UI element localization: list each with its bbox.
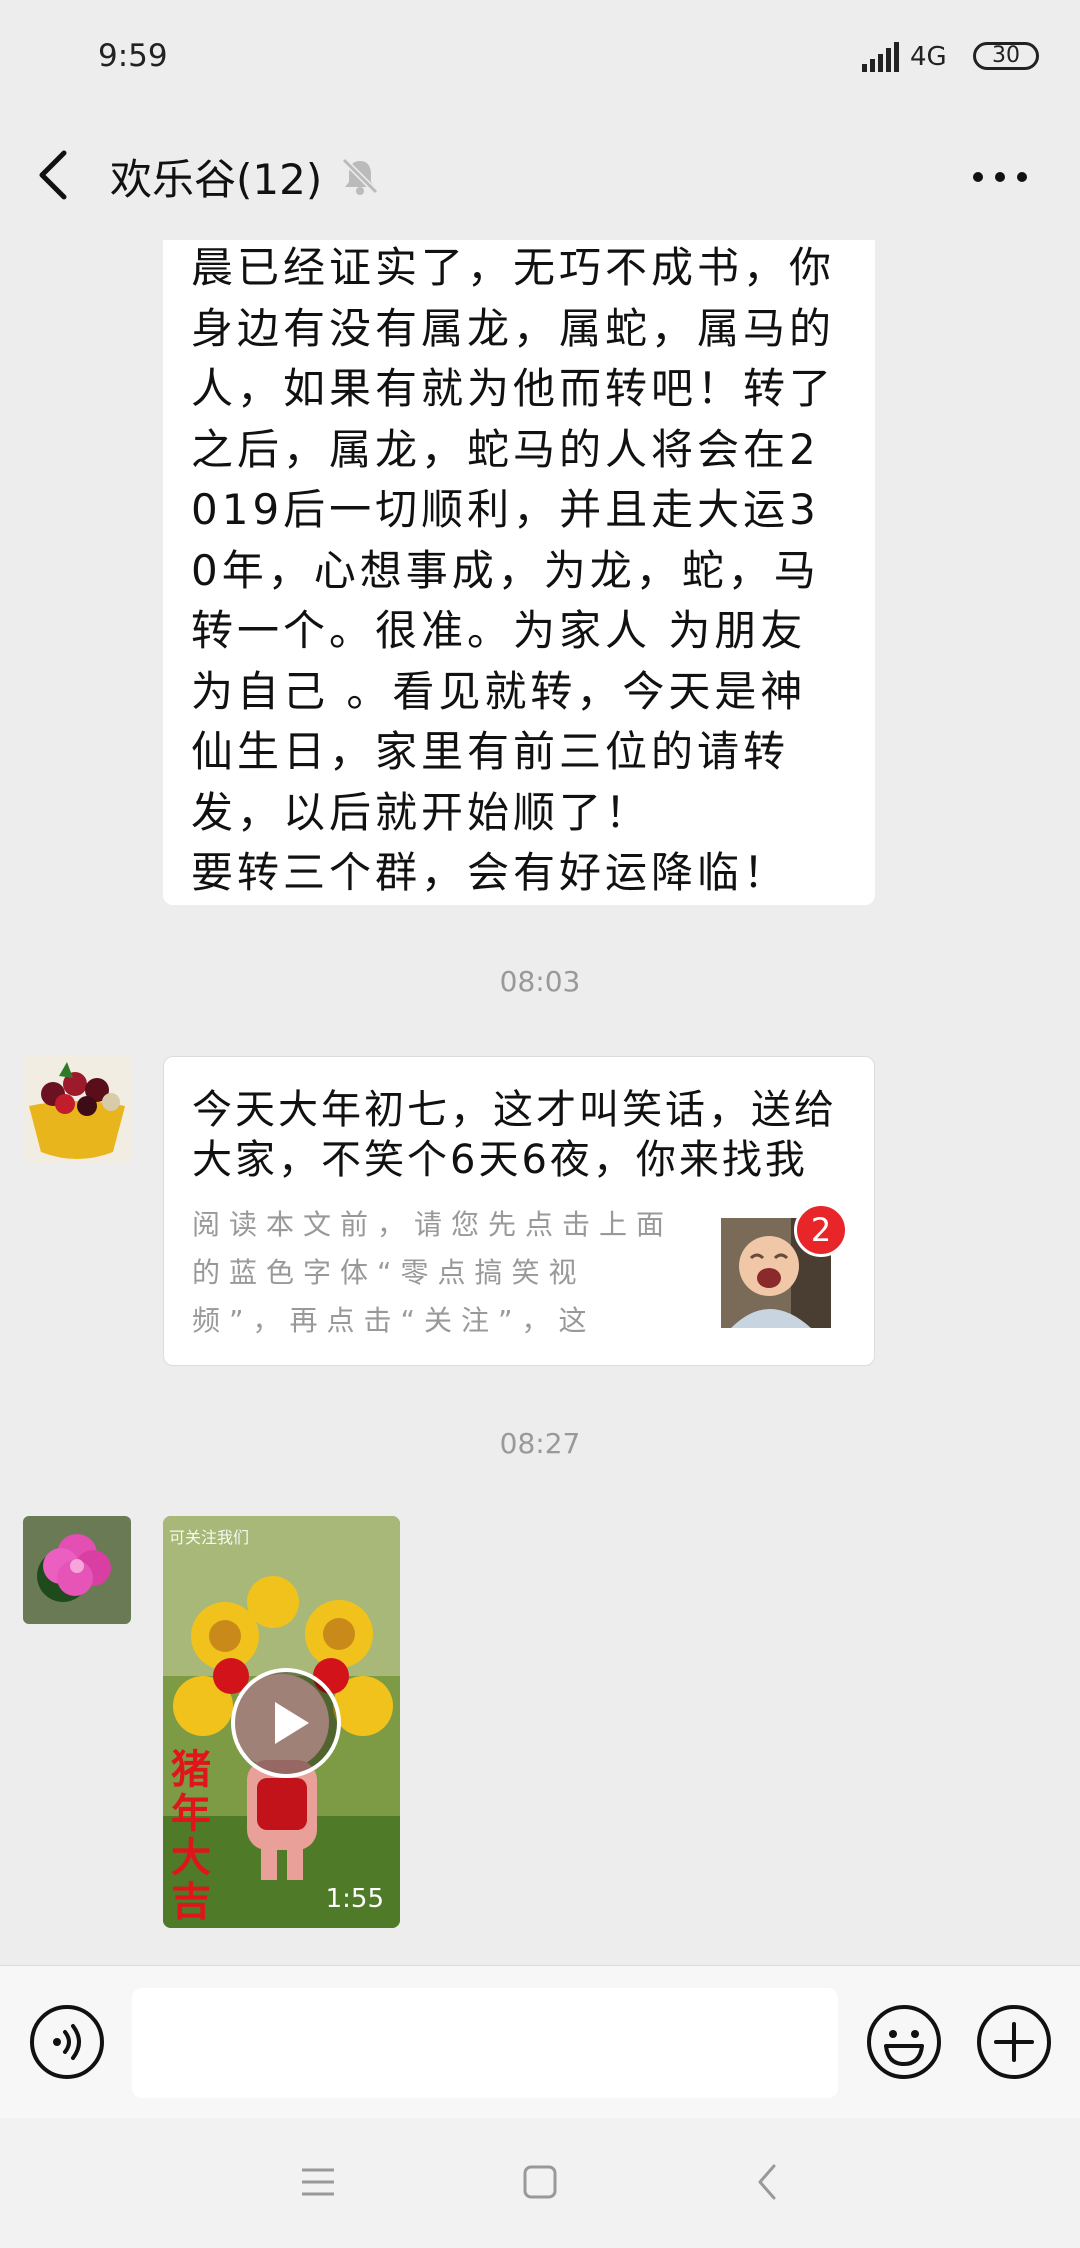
video-caption: 可关注我们: [169, 1528, 250, 1547]
system-navigation-bar: [0, 2118, 1080, 2248]
video-message[interactable]: 可关注我们 猪年大吉 1:55: [163, 1516, 400, 1928]
timestamp: 08:03: [499, 965, 581, 998]
chat-title: 欢乐谷(12): [110, 155, 323, 204]
signal-icon: [862, 42, 899, 72]
status-bar: 9:59 4G 30: [0, 0, 1080, 120]
emoji-icon[interactable]: [866, 2004, 942, 2080]
chat-area[interactable]: 晨已经证实了，无巧不成书，你身边有没有属龙，属蛇，属马的人，如果有就为他而转吧！…: [0, 240, 1080, 1965]
battery-indicator: 30: [973, 42, 1039, 70]
home-icon[interactable]: [520, 2162, 560, 2202]
voice-icon[interactable]: [29, 2004, 105, 2080]
article-description: 阅读本文前，请您先点击上面的蓝色字体“零点搞笑视频”，再点击“关注”，这: [192, 1208, 674, 1337]
avatar[interactable]: [23, 1516, 131, 1624]
article-card[interactable]: 今天大年初七，这才叫笑话，送给大家，不笑个6天6夜，你来找我 阅读本文前，请您先…: [163, 1056, 875, 1366]
input-bar: [0, 1965, 1080, 2119]
video-overlay-text: 猪年大吉: [171, 1747, 211, 1925]
mute-icon: [341, 157, 379, 195]
status-time: 9:59: [98, 38, 168, 74]
video-duration: 1:55: [325, 1884, 384, 1914]
network-label: 4G: [910, 42, 947, 72]
timestamp: 08:27: [499, 1427, 581, 1460]
article-title: 今天大年初七，这才叫笑话，送给大家，不笑个6天6夜，你来找我: [192, 1087, 837, 1183]
more-icon[interactable]: [972, 166, 1028, 188]
back-icon[interactable]: [34, 145, 74, 205]
play-icon[interactable]: [231, 1668, 341, 1778]
plus-icon[interactable]: [976, 2004, 1052, 2080]
unread-badge: 2: [794, 1203, 848, 1257]
text-message-bubble[interactable]: 晨已经证实了，无巧不成书，你身边有没有属龙，属蛇，属马的人，如果有就为他而转吧！…: [163, 240, 875, 905]
avatar[interactable]: [23, 1056, 131, 1164]
menu-icon[interactable]: [298, 2162, 338, 2202]
message-input[interactable]: [132, 1988, 838, 2098]
back-nav-icon[interactable]: [748, 2162, 788, 2202]
